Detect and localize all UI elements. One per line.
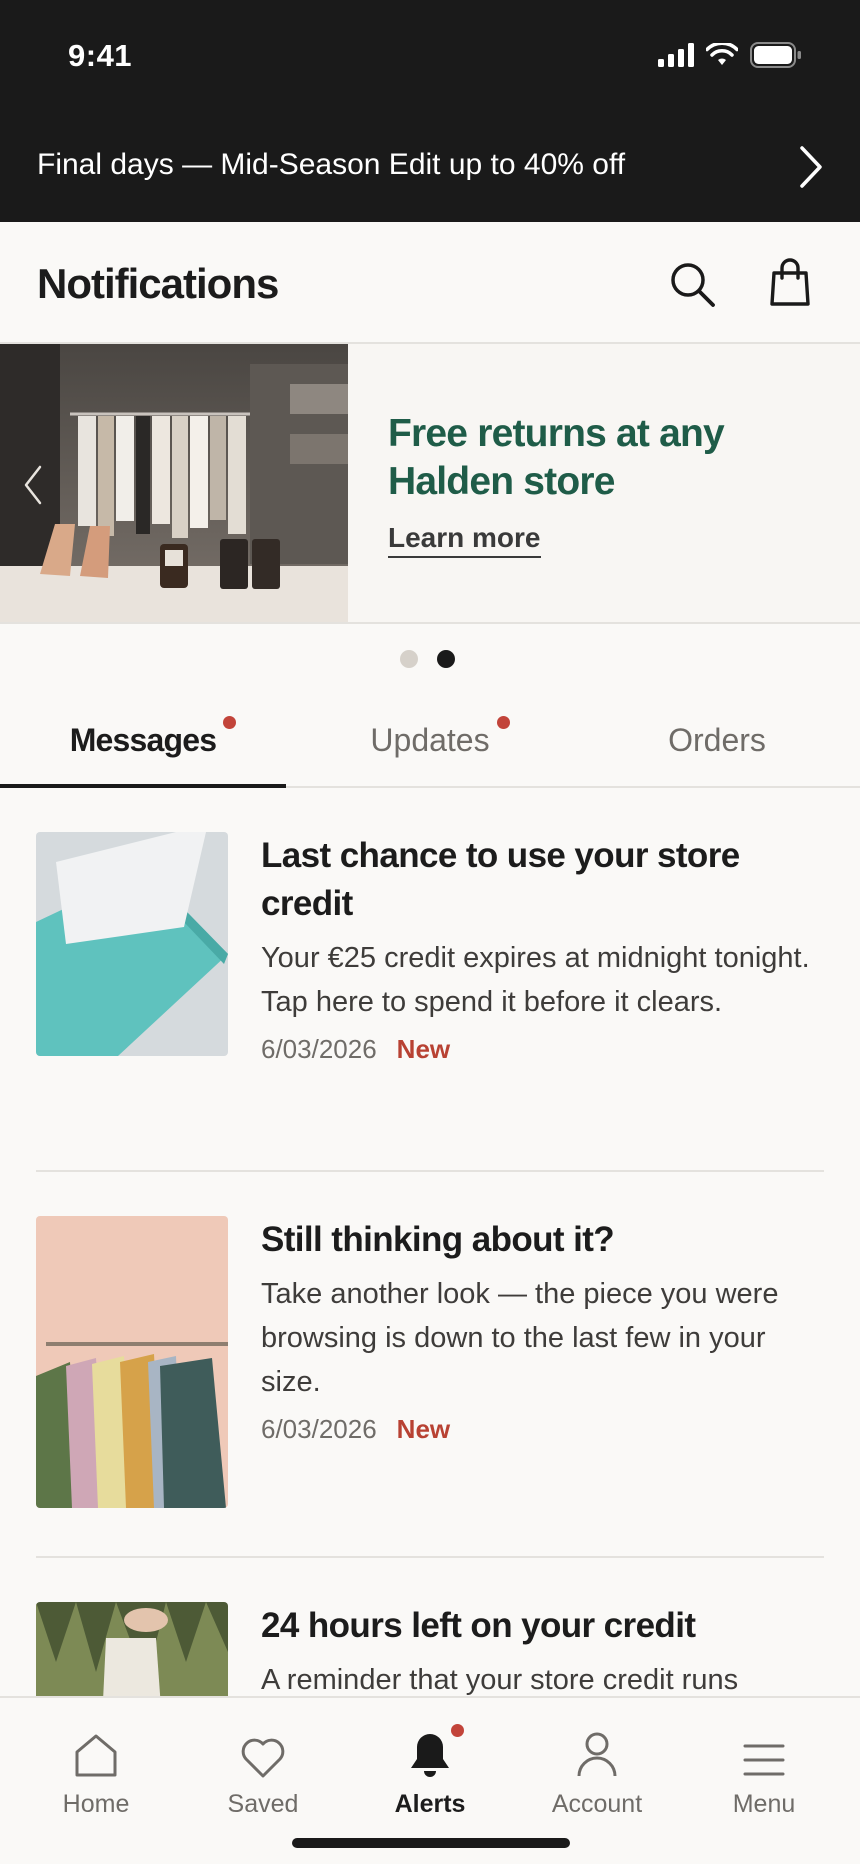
new-badge: New xyxy=(396,1414,451,1444)
unread-indicator xyxy=(223,716,237,729)
nav-alerts[interactable]: Alerts xyxy=(360,1724,500,1819)
chevron-left-icon[interactable] xyxy=(22,464,44,506)
nav-account[interactable]: Account xyxy=(527,1726,667,1819)
notification-body: Your €25 credit expires at midnight toni… xyxy=(261,942,810,1018)
notification-item[interactable]: 24 hours left on your credit A reminder … xyxy=(36,1602,824,1696)
notification-body: A reminder that your store credit runs xyxy=(261,1664,739,1696)
nav-label: Menu xyxy=(732,1790,796,1818)
tab-bar: Messages Updates Orders xyxy=(0,700,860,788)
notification-meta: 6/03/2026 New xyxy=(261,1034,826,1065)
home-indicator xyxy=(292,1838,570,1848)
notification-image xyxy=(36,1602,228,1696)
carousel-dot[interactable] xyxy=(400,650,418,668)
system-indicators xyxy=(658,42,802,68)
promo-text: Final days — Mid-Season Edit up to 40% o… xyxy=(37,148,626,181)
nav-home[interactable]: Home xyxy=(26,1726,166,1819)
nav-label: Account xyxy=(551,1790,643,1818)
promo-bar[interactable]: Final days — Mid-Season Edit up to 40% o… xyxy=(0,112,860,222)
status-time: 9:41 xyxy=(68,38,133,73)
chevron-right-icon[interactable] xyxy=(796,144,826,190)
nav-menu[interactable]: Menu xyxy=(694,1726,834,1819)
divider xyxy=(36,1556,824,1558)
tab-updates[interactable]: Updates xyxy=(287,700,573,788)
nav-saved[interactable]: Saved xyxy=(193,1726,333,1819)
carousel-pagination xyxy=(400,650,455,668)
tab-orders[interactable]: Orders xyxy=(574,700,860,788)
search-icon[interactable] xyxy=(668,260,718,310)
notification-date: 6/03/2026 xyxy=(261,1034,377,1064)
notification-title: Still thinking about it? xyxy=(261,1220,615,1259)
alerts-badge xyxy=(451,1724,464,1737)
carousel-dot-active[interactable] xyxy=(437,650,455,668)
page-header: Notifications xyxy=(0,222,860,344)
person-icon xyxy=(577,1732,617,1777)
nav-label: Alerts xyxy=(394,1790,466,1818)
divider xyxy=(36,1170,824,1172)
battery-icon xyxy=(750,42,801,68)
nav-label: Saved xyxy=(227,1790,299,1818)
notification-item[interactable]: Still thinking about it? Take another lo… xyxy=(36,1216,824,1516)
tab-messages[interactable]: Messages xyxy=(0,700,286,788)
notification-title: 24 hours left on your credit xyxy=(261,1606,696,1645)
tab-label: Orders xyxy=(668,722,766,758)
promo-carousel[interactable]: Free returns at any Halden store Learn m… xyxy=(0,344,860,624)
notification-title: Last chance to use your store credit xyxy=(261,836,740,923)
new-badge: New xyxy=(396,1034,451,1064)
notification-meta: 6/03/2026 New xyxy=(261,1414,826,1445)
notification-date: 6/03/2026 xyxy=(261,1414,377,1444)
menu-icon xyxy=(743,1744,785,1776)
unread-indicator xyxy=(496,716,510,729)
banner-headline: Free returns at any Halden store xyxy=(388,412,725,503)
wifi-icon xyxy=(706,43,738,65)
learn-more-link[interactable]: Learn more xyxy=(388,522,541,558)
notification-image xyxy=(36,832,228,1056)
status-bar: 9:41 xyxy=(0,0,860,112)
notification-item[interactable]: Last chance to use your store credit You… xyxy=(36,832,824,1132)
shopping-bag-icon[interactable] xyxy=(768,258,812,308)
page-title: Notifications xyxy=(37,260,279,307)
notification-image xyxy=(36,1216,228,1508)
tab-label: Messages xyxy=(69,722,217,758)
notification-body: Take another look — the piece you were b… xyxy=(261,1278,779,1398)
signal-icon xyxy=(658,43,694,67)
nav-label: Home xyxy=(62,1790,130,1818)
notification-list: Last chance to use your store credit You… xyxy=(0,790,860,1696)
store-interior-image xyxy=(0,344,348,622)
tab-label: Updates xyxy=(370,722,490,758)
home-icon xyxy=(75,1734,117,1777)
bell-icon xyxy=(411,1734,449,1777)
heart-icon xyxy=(241,1738,285,1778)
